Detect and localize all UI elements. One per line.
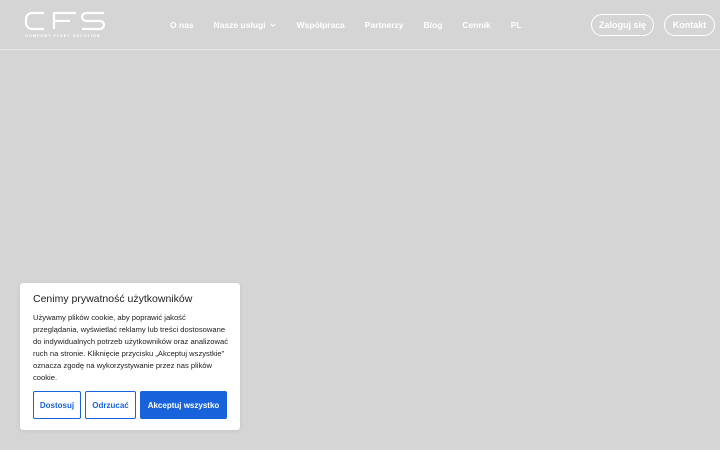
cookie-title: Cenimy prywatność użytkowników: [33, 293, 193, 305]
main-nav: O nas Nasze usługi Współpraca Partnerzy …: [170, 0, 542, 50]
nav-item-o-nas[interactable]: O nas: [170, 20, 194, 30]
language-switch[interactable]: PL: [511, 20, 522, 30]
cfs-logo[interactable]: COMFORT FLEET SOLUTION: [24, 11, 108, 39]
logo-tagline: COMFORT FLEET SOLUTION: [25, 33, 101, 38]
nav-item-nasze-uslugi[interactable]: Nasze usługi: [214, 20, 277, 30]
nav-item-label: PL: [510, 20, 522, 30]
nav-item-label: Blog: [423, 20, 443, 30]
chevron-down-icon: [269, 23, 276, 27]
nav-item-label: Współpraca: [296, 20, 345, 30]
nav-item-blog[interactable]: Blog: [424, 20, 443, 30]
cfs-logo-mark: [24, 11, 106, 31]
accept-all-button[interactable]: Akceptuj wszystko: [140, 391, 227, 419]
login-button[interactable]: Zaloguj się: [591, 14, 654, 36]
nav-item-wspolpraca[interactable]: Współpraca: [297, 20, 345, 30]
nav-item-cennik[interactable]: Cennik: [462, 20, 490, 30]
nav-item-label: O nas: [170, 20, 194, 30]
cookie-description: Używamy plików cookie, aby poprawić jako…: [33, 313, 229, 382]
nav-item-partnerzy[interactable]: Partnerzy: [365, 20, 404, 30]
customize-button[interactable]: Dostosuj: [33, 391, 81, 419]
nav-item-label: Partnerzy: [364, 20, 404, 30]
nav-item-label: Cennik: [462, 20, 491, 30]
nav-item-label: Nasze usługi: [213, 20, 266, 30]
cookie-consent-dialog: Cenimy prywatność użytkowników Używamy p…: [20, 283, 240, 430]
site-header: COMFORT FLEET SOLUTION O nas Nasze usług…: [0, 0, 720, 50]
reject-button[interactable]: Odrzucać: [85, 391, 136, 419]
contact-button[interactable]: Kontakt: [664, 14, 715, 36]
